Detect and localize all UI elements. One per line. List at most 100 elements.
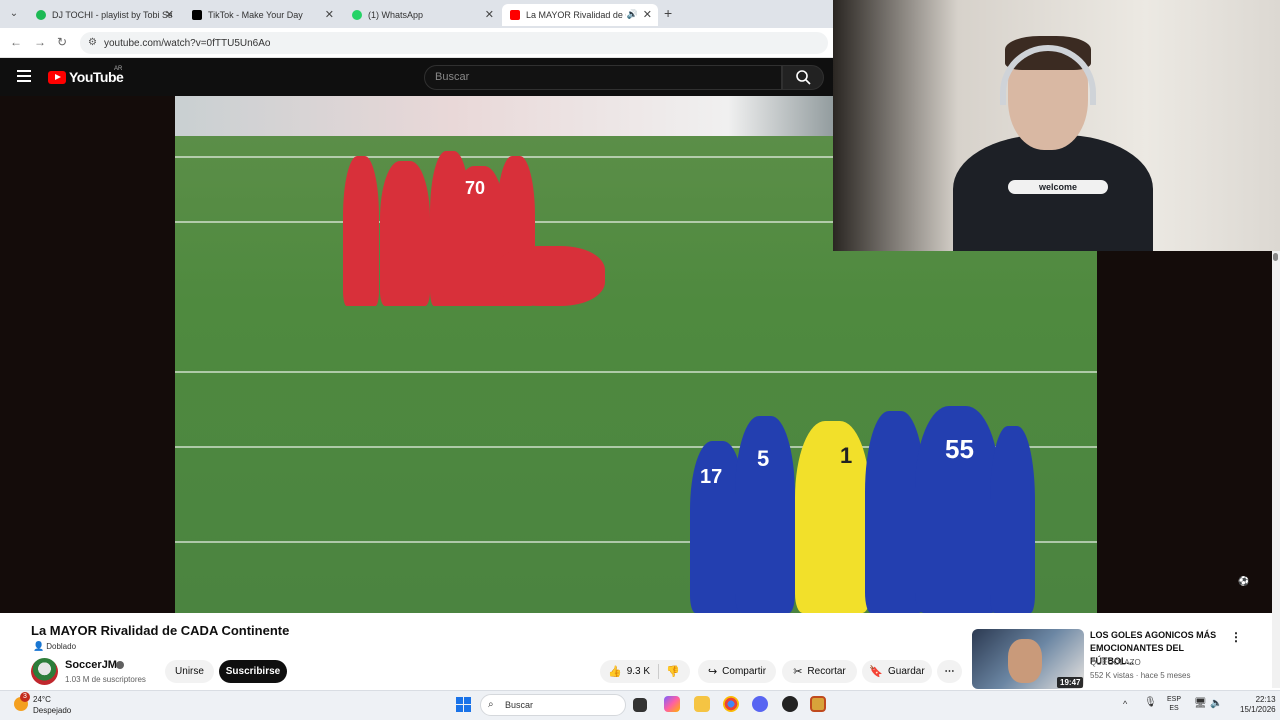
- suggested-video-channel[interactable]: QUEGOLAZO: [1090, 658, 1141, 667]
- video-duration: 19:47: [1057, 677, 1084, 688]
- reload-icon[interactable]: ↻: [57, 35, 67, 49]
- tab-title: La MAYOR Rivalidad de CADA: [526, 10, 626, 20]
- search-input[interactable]: Buscar: [424, 65, 782, 90]
- verified-icon: [116, 661, 124, 669]
- browser-tab-strip: ⌄ DJ TOCHI - playlist by Tobi Sanc ✕ Tik…: [0, 0, 833, 28]
- tab-search-dropdown-icon[interactable]: ⌄: [6, 6, 22, 22]
- task-view-icon[interactable]: [633, 698, 647, 712]
- thumbs-up-icon: 👍: [608, 666, 622, 678]
- save-button[interactable]: 🔖 Guardar: [862, 660, 932, 683]
- divider: [658, 664, 659, 679]
- clock-time: 22:13: [1255, 695, 1276, 704]
- language-indicator[interactable]: ESP ES: [1167, 695, 1181, 713]
- keyboard-layout: ES: [1169, 705, 1179, 712]
- channel-watermark-icon: ⚽: [1238, 576, 1250, 586]
- hamburger-menu-icon[interactable]: [17, 70, 31, 82]
- taskbar-search-input[interactable]: Buscar: [480, 694, 626, 716]
- volume-icon[interactable]: 🔈: [1210, 698, 1222, 709]
- weather-description[interactable]: Despejado: [33, 706, 71, 715]
- speaker-icon[interactable]: 🔊: [627, 9, 638, 20]
- dubbed-label: Doblado: [46, 642, 77, 651]
- search-button[interactable]: [782, 65, 824, 90]
- close-icon[interactable]: ✕: [643, 8, 652, 21]
- red-player: [343, 156, 379, 306]
- close-icon[interactable]: ✕: [485, 8, 494, 21]
- search-icon: ⌕: [488, 699, 494, 710]
- blue-player: 5: [735, 416, 795, 613]
- scissors-icon: ✂: [793, 666, 803, 678]
- new-tab-button[interactable]: +: [664, 5, 672, 21]
- jersey-number: 1: [840, 443, 853, 468]
- country-code: AR: [114, 66, 123, 72]
- kebab-menu-icon[interactable]: ⋮: [1230, 630, 1242, 644]
- blue-player: [990, 426, 1035, 613]
- clip-label: Recortar: [807, 666, 846, 677]
- copilot-icon[interactable]: [664, 696, 680, 712]
- tray-overflow-icon[interactable]: ^: [1123, 699, 1127, 709]
- youtube-header: YouTube AR Buscar: [0, 58, 833, 96]
- close-icon[interactable]: ✕: [325, 8, 334, 21]
- tab-whatsapp[interactable]: (1) WhatsApp ✕: [344, 4, 500, 26]
- tab-tiktok[interactable]: TikTok - Make Your Day ✕: [184, 4, 340, 26]
- scrollbar-thumb[interactable]: [1273, 253, 1278, 261]
- file-explorer-icon[interactable]: [694, 696, 710, 712]
- youtube-play-icon: [48, 70, 66, 84]
- jersey-number: 5: [757, 446, 770, 471]
- network-icon[interactable]: 🖥: [1194, 698, 1207, 709]
- video-title: La MAYOR Rivalidad de CADA Continente: [31, 623, 290, 638]
- share-label: Compartir: [722, 666, 767, 677]
- subscribe-button[interactable]: Suscribirse: [219, 660, 287, 683]
- thumbnail-person: [1008, 639, 1042, 683]
- blue-player: 55: [915, 406, 1000, 613]
- steam-icon[interactable]: [782, 696, 798, 712]
- youtube-logo[interactable]: YouTube AR: [48, 66, 124, 85]
- join-button[interactable]: Unirse: [165, 660, 214, 683]
- share-icon: ↪: [707, 666, 718, 678]
- field-line: [175, 371, 1097, 373]
- address-bar-row: ← → ↻ ⚙ youtube.com/watch?v=0fTTU5Un6Ao: [0, 28, 833, 58]
- app-icon[interactable]: [810, 696, 826, 712]
- forward-icon[interactable]: →: [34, 35, 46, 49]
- goalkeeper: 1: [795, 421, 870, 613]
- url-text: youtube.com/watch?v=0fTTU5Un6Ao: [104, 37, 271, 49]
- avatar[interactable]: [31, 658, 58, 685]
- webcam-overlay: welcome: [833, 0, 1280, 251]
- jersey-number: 70: [465, 178, 486, 198]
- tab-spotify[interactable]: DJ TOCHI - playlist by Tobi Sanc ✕: [28, 4, 180, 26]
- red-player: [380, 161, 430, 306]
- back-icon[interactable]: ←: [10, 35, 22, 49]
- bookmark-icon: 🔖: [869, 666, 883, 678]
- chrome-icon[interactable]: [723, 696, 739, 712]
- tab-title: DJ TOCHI - playlist by Tobi Sanc: [52, 10, 172, 20]
- youtube-icon: [510, 10, 520, 20]
- clock-date: 15/1/2026: [1240, 705, 1276, 714]
- discord-icon[interactable]: [752, 696, 768, 712]
- like-count: 9.3 K: [626, 666, 651, 677]
- site-info-icon[interactable]: ⚙: [88, 37, 97, 48]
- tab-youtube[interactable]: La MAYOR Rivalidad de CADA 🔊 ✕: [502, 4, 658, 26]
- jersey-number: 17: [700, 466, 723, 488]
- system-clock[interactable]: 22:13 15/1/2026: [1240, 695, 1276, 715]
- more-actions-button[interactable]: ⋯: [937, 660, 962, 683]
- weather-temperature[interactable]: 24°C: [33, 695, 51, 704]
- share-button[interactable]: ↪ Compartir: [698, 660, 776, 683]
- close-icon[interactable]: ✕: [165, 8, 174, 21]
- jersey-number: 55: [945, 434, 974, 464]
- suggested-video-meta: 552 K vistas · hace 5 meses: [1090, 671, 1191, 680]
- channel-name[interactable]: SoccerJM: [65, 659, 117, 671]
- like-button[interactable]: 👍 9.3 K 👎: [600, 660, 690, 683]
- dubbed-badge: 👤 Doblado: [33, 641, 76, 652]
- notification-badge: 3: [20, 692, 30, 702]
- tab-title: (1) WhatsApp: [368, 10, 424, 20]
- thumbs-down-icon[interactable]: 👎: [666, 665, 680, 678]
- windows-start-icon[interactable]: [456, 697, 471, 712]
- spotify-icon: [36, 10, 46, 20]
- language-code: ESP: [1167, 696, 1182, 703]
- clip-button[interactable]: ✂ Recortar: [782, 660, 857, 683]
- url-field[interactable]: ⚙ youtube.com/watch?v=0fTTU5Un6Ao: [80, 32, 828, 54]
- whatsapp-icon: [352, 10, 362, 20]
- microphone-icon[interactable]: 🎙: [1144, 697, 1157, 708]
- save-label: Guardar: [888, 666, 925, 677]
- search-icon: [796, 70, 811, 85]
- page-scrollbar[interactable]: [1272, 251, 1280, 688]
